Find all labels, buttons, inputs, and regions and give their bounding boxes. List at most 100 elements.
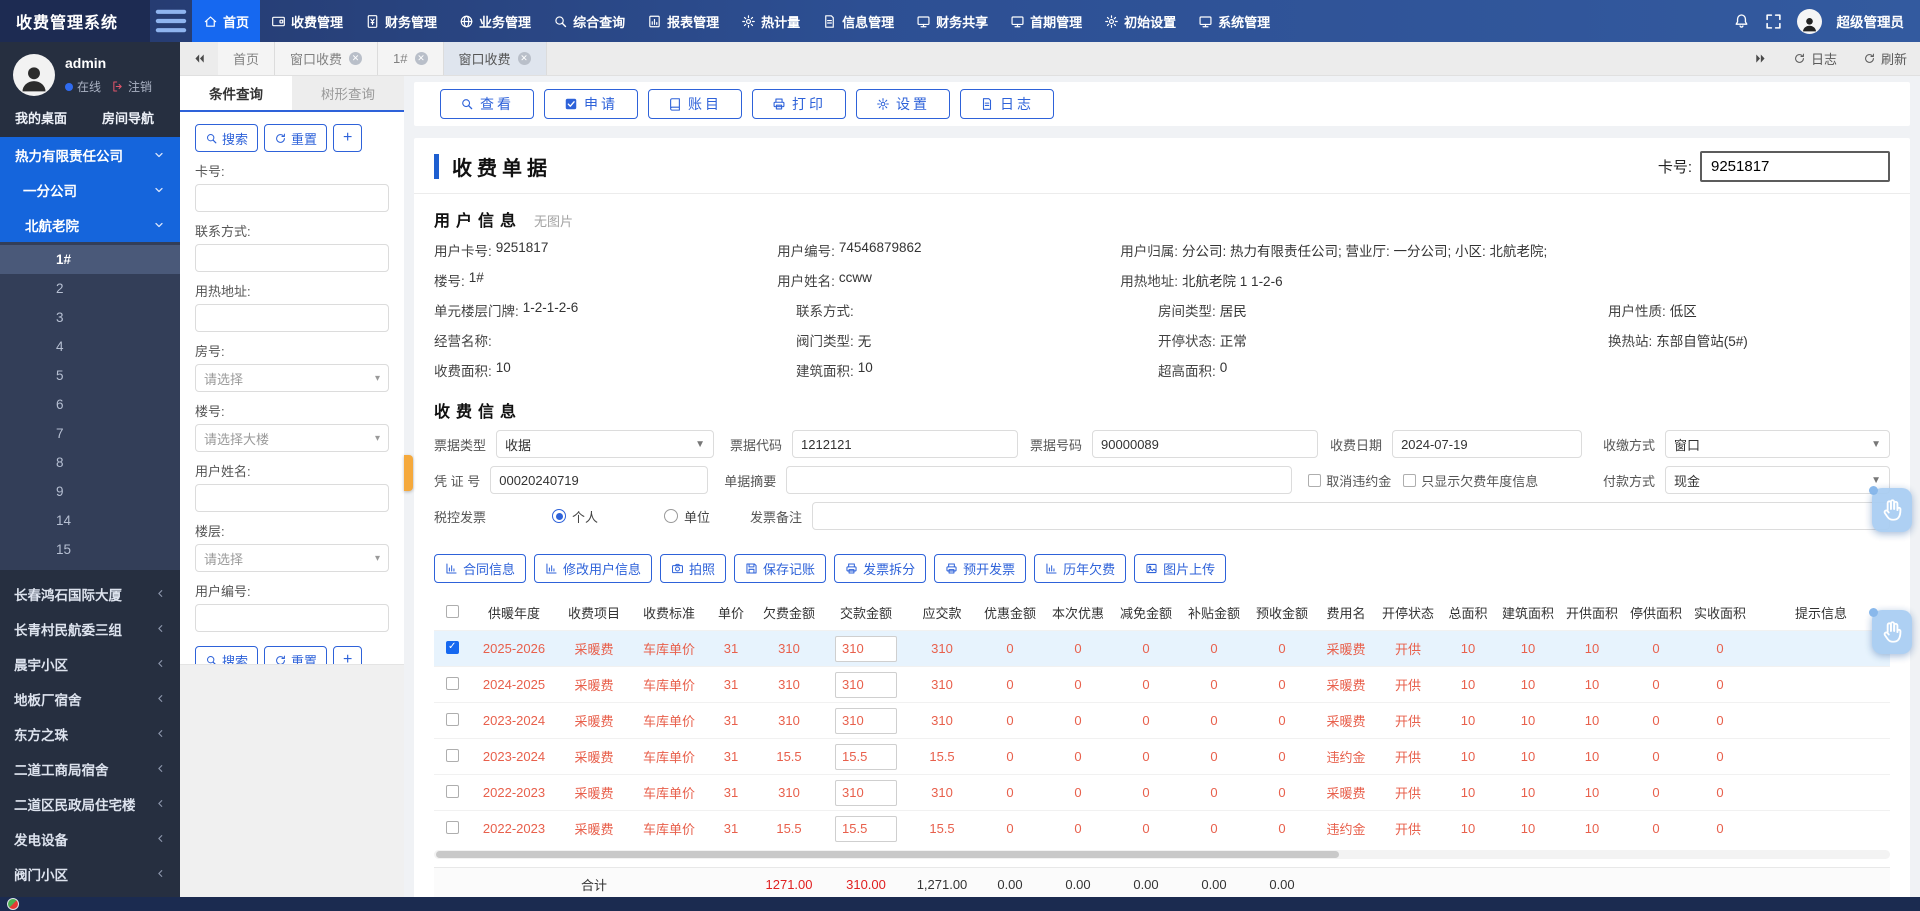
voucher-input[interactable]: [490, 466, 708, 494]
community-group-3[interactable]: 晨宇小区: [0, 646, 180, 681]
invoice-split-button[interactable]: 发票拆分: [834, 554, 926, 583]
building-item-15[interactable]: 15: [0, 535, 180, 564]
fee-row-2[interactable]: 2024-2025采暖费车库单价3131031000000采暖费开供101010…: [434, 667, 1890, 703]
filter-field-select[interactable]: 请选择▾: [195, 364, 389, 392]
building-item-6[interactable]: 6: [0, 390, 180, 419]
menu-item-2[interactable]: 收费管理: [260, 0, 354, 42]
pre-invoice-button[interactable]: 预开发票: [934, 554, 1026, 583]
add-condition-button[interactable]: +: [333, 124, 362, 152]
payment-input[interactable]: [835, 672, 897, 698]
menu-item-7[interactable]: 热计量: [730, 0, 811, 42]
pay-method-select[interactable]: 现金▼: [1665, 466, 1890, 494]
page-tab-1[interactable]: 首页: [218, 42, 275, 75]
tree-node-community[interactable]: 北航老院: [0, 207, 180, 242]
tab-close-icon[interactable]: ✕: [349, 52, 362, 65]
row-checkbox[interactable]: [446, 713, 459, 726]
building-item-5[interactable]: 5: [0, 361, 180, 390]
menu-item-11[interactable]: 初始设置: [1093, 0, 1187, 42]
tree-node-company[interactable]: 热力有限责任公司: [0, 137, 180, 172]
row-checkbox[interactable]: [446, 821, 459, 834]
community-group-8[interactable]: 发电设备: [0, 821, 180, 856]
menu-item-12[interactable]: 系统管理: [1187, 0, 1281, 42]
card-no-input[interactable]: [1700, 151, 1890, 182]
building-item-2[interactable]: 2: [0, 274, 180, 303]
payment-input[interactable]: [835, 708, 897, 734]
quick-link-room-nav[interactable]: 房间导航: [102, 108, 154, 127]
fee-row-1[interactable]: 2025-2026采暖费车库单价3131031000000采暖费开供101010…: [434, 631, 1890, 667]
photo-button[interactable]: 拍照: [660, 554, 726, 583]
filter-field-input[interactable]: [195, 244, 389, 272]
unit-radio[interactable]: 单位: [664, 507, 710, 526]
menu-item-4[interactable]: 业务管理: [448, 0, 542, 42]
tab-condition-query[interactable]: 条件查询: [180, 76, 292, 110]
menu-item-5[interactable]: 综合查询: [542, 0, 636, 42]
search-button[interactable]: 搜索: [195, 124, 258, 152]
cancel-penalty-checkbox[interactable]: 取消违约金: [1308, 471, 1391, 490]
fullscreen-icon[interactable]: [1765, 13, 1782, 30]
receipt-type-select[interactable]: 收据▼: [496, 430, 714, 458]
receipt-no-input[interactable]: [1092, 430, 1318, 458]
panel-collapse-handle[interactable]: [404, 455, 413, 491]
page-tab-3[interactable]: 1#✕: [378, 42, 443, 75]
fee-row-5[interactable]: 2022-2023采暖费车库单价3131031000000采暖费开供101010…: [434, 775, 1890, 811]
browser-tray-icon[interactable]: [7, 898, 19, 910]
page-tab-4[interactable]: 窗口收费✕: [444, 42, 547, 75]
reset-button[interactable]: 重置: [264, 124, 327, 152]
row-checkbox[interactable]: [446, 641, 459, 654]
filter-field-input[interactable]: [195, 184, 389, 212]
menu-item-9[interactable]: 财务共享: [905, 0, 999, 42]
row-checkbox[interactable]: [446, 749, 459, 762]
community-group-6[interactable]: 二道工商局宿舍: [0, 751, 180, 786]
payment-input[interactable]: [835, 744, 897, 770]
personal-radio[interactable]: 个人: [552, 507, 598, 526]
fee-row-6[interactable]: 2022-2023采暖费车库单价3115.515.500000违约金开供1010…: [434, 811, 1890, 847]
menu-item-6[interactable]: 报表管理: [636, 0, 730, 42]
print-button[interactable]: 打印: [752, 89, 846, 119]
tabs-scroll-left-icon[interactable]: [180, 42, 218, 75]
filter-field-select[interactable]: 请选择大楼▾: [195, 424, 389, 452]
community-group-7[interactable]: 二道区民政局住宅楼: [0, 786, 180, 821]
building-item-14[interactable]: 14: [0, 506, 180, 535]
settings-button[interactable]: 设置: [856, 89, 950, 119]
row-checkbox[interactable]: [446, 677, 459, 690]
menu-item-8[interactable]: 信息管理: [811, 0, 905, 42]
page-tab-2[interactable]: 窗口收费✕: [275, 42, 378, 75]
filter-field-input[interactable]: [195, 604, 389, 632]
payment-input[interactable]: [835, 816, 897, 842]
bell-icon[interactable]: [1733, 13, 1750, 30]
log-button[interactable]: 日志: [960, 89, 1054, 119]
community-group-9[interactable]: 阀门小区: [0, 856, 180, 891]
building-item-3[interactable]: 3: [0, 303, 180, 332]
row-checkbox[interactable]: [446, 785, 459, 798]
community-group-4[interactable]: 地板厂宿舍: [0, 681, 180, 716]
tree-node-branch[interactable]: 一分公司: [0, 172, 180, 207]
community-group-5[interactable]: 东方之珠: [0, 716, 180, 751]
tab-close-icon[interactable]: ✕: [415, 52, 428, 65]
charge-date-input[interactable]: [1392, 430, 1582, 458]
save-posting-button[interactable]: 保存记账: [734, 554, 826, 583]
fee-row-4[interactable]: 2023-2024采暖费车库单价3115.515.500000违约金开供1010…: [434, 739, 1890, 775]
community-group-1[interactable]: 长春鸿石国际大厦: [0, 576, 180, 611]
receipt-code-input[interactable]: [792, 430, 1018, 458]
invoice-note-input[interactable]: [812, 502, 1890, 530]
menu-item-3[interactable]: 财务管理: [354, 0, 448, 42]
only-arrears-checkbox[interactable]: 只显示欠费年度信息: [1403, 471, 1538, 490]
scrollbar-thumb[interactable]: [436, 851, 1339, 858]
select-all-checkbox[interactable]: [446, 605, 459, 618]
building-item-1#[interactable]: 1#: [0, 245, 180, 274]
fee-row-3[interactable]: 2023-2024采暖费车库单价3131031000000采暖费开供101010…: [434, 703, 1890, 739]
payment-input[interactable]: [835, 780, 897, 806]
hamburger-menu-icon[interactable]: [150, 0, 192, 42]
tab-action-2[interactable]: 刷新: [1850, 42, 1920, 75]
building-item-7[interactable]: 7: [0, 419, 180, 448]
building-item-9[interactable]: 9: [0, 477, 180, 506]
tab-tree-query[interactable]: 树形查询: [292, 76, 404, 110]
edit-user-button[interactable]: 修改用户信息: [534, 554, 652, 583]
payment-input[interactable]: [835, 636, 897, 662]
current-user-name[interactable]: 超级管理员: [1837, 11, 1905, 31]
logout-icon[interactable]: [111, 80, 124, 93]
filter-field-input[interactable]: [195, 484, 389, 512]
tabs-scroll-right-icon[interactable]: [1742, 42, 1780, 75]
quick-link-desktop[interactable]: 我的桌面: [15, 108, 67, 127]
summary-input[interactable]: [786, 466, 1292, 494]
